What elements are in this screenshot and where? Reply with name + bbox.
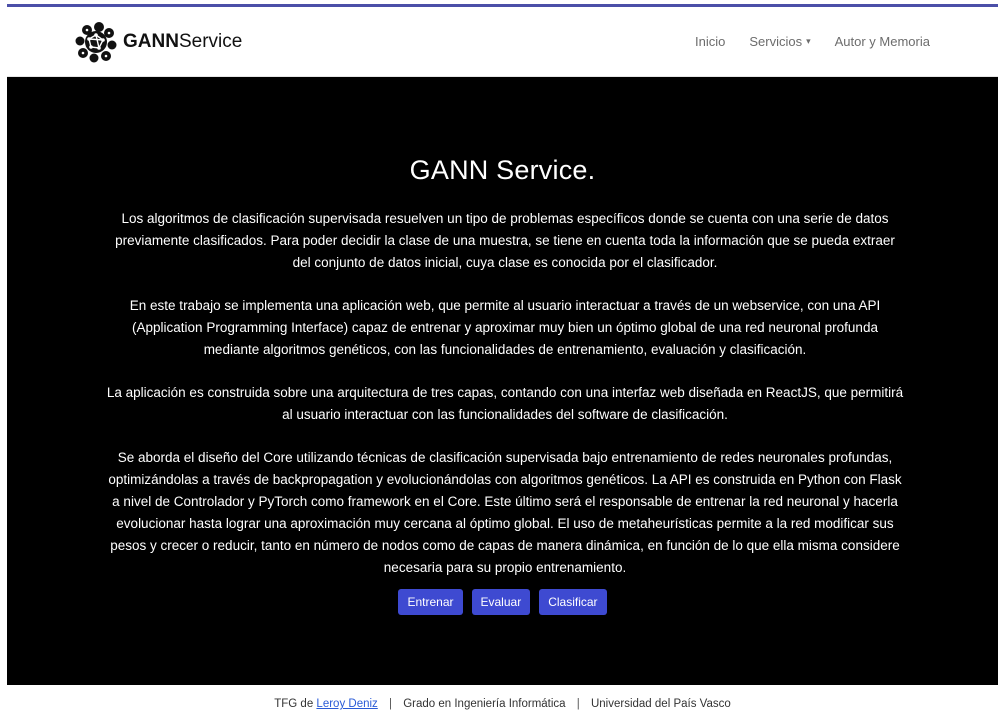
- brand-name-rest: Service: [178, 31, 243, 52]
- footer: TFG de Leroy Deniz | Grado en Ingeniería…: [7, 686, 998, 722]
- hero-section: GANN Service. Los algoritmos de clasific…: [7, 77, 998, 685]
- hero-description: Los algoritmos de clasificación supervis…: [105, 208, 905, 600]
- brand-name-bold: GANN: [123, 31, 179, 52]
- navbar: GANNService Inicio Servicios ▾ Autor y M…: [7, 7, 998, 77]
- nav-dropdown-servicios[interactable]: Servicios ▾: [749, 34, 810, 49]
- caret-down-icon: ▾: [806, 36, 811, 46]
- footer-separator: |: [576, 698, 580, 710]
- description-paragraph: En este trabajo se implementa una aplica…: [129, 298, 881, 357]
- description-paragraph: Se aborda el diseño del Core utilizando …: [108, 450, 902, 575]
- page-title: GANN Service.: [409, 155, 596, 185]
- footer-degree: Grado en Ingeniería Informática: [403, 698, 566, 710]
- footer-university: Universidad del País Vasco: [590, 698, 731, 710]
- nav-link-autor-memoria[interactable]: Autor y Memoria: [835, 34, 930, 49]
- author-link[interactable]: Leroy Deniz: [316, 698, 377, 710]
- entrenar-button[interactable]: Entrenar: [398, 589, 463, 615]
- footer-prefix: TFG de: [274, 698, 314, 710]
- nav-dropdown-servicios-label: Servicios: [749, 34, 803, 49]
- brand[interactable]: GANNService: [75, 21, 242, 63]
- description-paragraph: Los algoritmos de clasificación supervis…: [115, 211, 895, 270]
- evaluar-button[interactable]: Evaluar: [471, 589, 531, 615]
- action-buttons: Entrenar Evaluar Clasificar: [7, 589, 998, 615]
- brand-name: GANNService: [123, 31, 242, 53]
- nav-link-inicio[interactable]: Inicio: [695, 34, 725, 49]
- clasificar-button[interactable]: Clasificar: [539, 589, 607, 615]
- neural-network-logo-icon: [75, 22, 117, 63]
- footer-separator: |: [389, 698, 392, 710]
- description-paragraph: La aplicación es construida sobre una ar…: [106, 385, 904, 422]
- main-nav: Inicio Servicios ▾ Autor y Memoria: [695, 7, 930, 76]
